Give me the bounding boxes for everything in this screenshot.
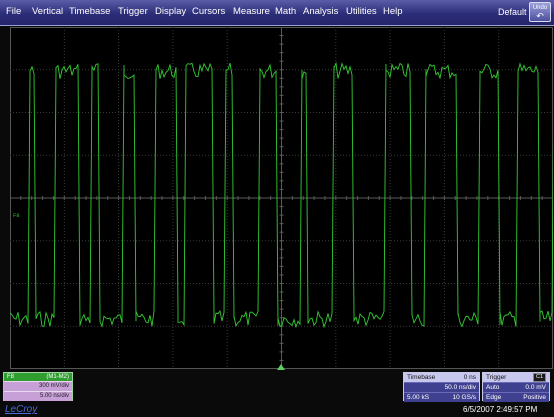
trigger-title: Trigger <box>486 374 507 381</box>
menu-measure[interactable]: Measure <box>233 6 270 17</box>
menu-file[interactable]: File <box>6 6 21 17</box>
trigger-slope: Positive <box>523 394 546 401</box>
timebase-delay: 0 ns <box>463 374 476 381</box>
timebase-samples: 5.00 kS <box>407 394 430 401</box>
menu-timebase[interactable]: Timebase <box>69 6 110 17</box>
waveform-display[interactable]: F8 <box>10 27 553 369</box>
trigger-channel-badge: C1 <box>532 373 546 382</box>
trace-ground-label: F8 <box>13 212 20 219</box>
timebase-title: Timebase <box>407 374 436 381</box>
trigger-mode: Auto <box>486 384 500 391</box>
trigger-level: 0.0 mV <box>525 384 546 391</box>
lecroy-logo: LeCroy <box>5 404 38 415</box>
menu-utilities[interactable]: Utilities <box>346 6 377 17</box>
undo-button[interactable]: Undo ↶ <box>529 2 551 22</box>
trace-time-per-div: 5.00 ns/div <box>4 391 72 401</box>
menu-bar: File Vertical Timebase Trigger Display C… <box>0 0 554 26</box>
trace-name: F8 <box>7 374 15 380</box>
menu-display[interactable]: Display <box>155 6 186 17</box>
menu-cursors[interactable]: Cursors <box>192 6 225 17</box>
timebase-sample-rate: 10 GS/s <box>452 394 476 401</box>
menu-analysis[interactable]: Analysis <box>303 6 338 17</box>
menu-math[interactable]: Math <box>275 6 296 17</box>
menu-help[interactable]: Help <box>383 6 403 17</box>
undo-arrow-icon: ↶ <box>536 11 544 21</box>
trace-source: (M1-M2) <box>46 374 69 380</box>
menu-trigger[interactable]: Trigger <box>118 6 148 17</box>
waveform-grid <box>10 27 553 369</box>
timebase-time-per-div: 50.0 ns/div <box>444 384 476 391</box>
menu-vertical[interactable]: Vertical <box>32 6 63 17</box>
timestamp: 6/5/2007 2:49:57 PM <box>463 405 538 414</box>
trigger-position-icon[interactable] <box>277 364 285 370</box>
trigger-type: Edge <box>486 394 502 401</box>
trace-descriptor-f8[interactable]: F8 (M1-M2) 300 mV/div 5.00 ns/div <box>3 372 73 401</box>
timebase-descriptor[interactable]: Timebase 0 ns 50.0 ns/div 5.00 kS 10 GS/… <box>403 372 480 402</box>
trace-volts-per-div: 300 mV/div <box>4 381 72 391</box>
trigger-descriptor[interactable]: Trigger C1 Auto 0.0 mV Edge Positive <box>482 372 550 402</box>
default-setup-button[interactable]: Default <box>498 7 527 17</box>
